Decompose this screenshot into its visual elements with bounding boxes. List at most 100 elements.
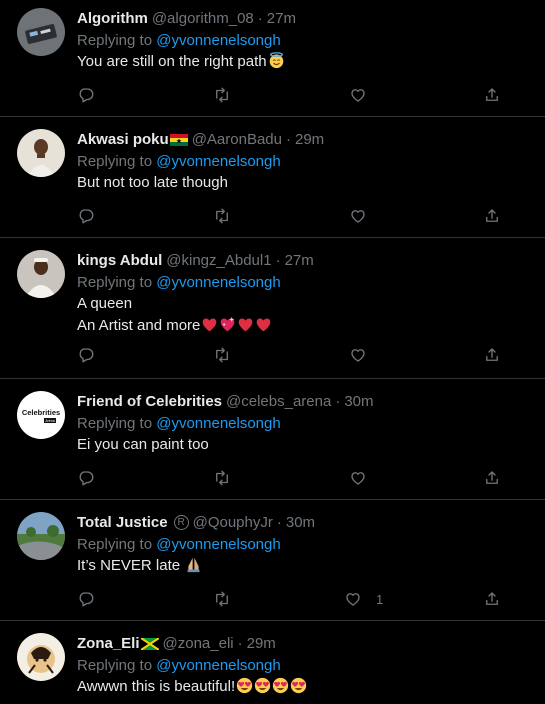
tweet-text: Ei you can paint too — [77, 434, 533, 456]
share-icon — [486, 348, 498, 361]
avatar[interactable] — [17, 633, 65, 681]
like-button[interactable]: 1 — [344, 589, 383, 609]
tweet[interactable]: Akwasi poku @AaronBadu · 29m Replying to… — [0, 117, 545, 238]
separator-dot: · — [286, 131, 291, 148]
mention-link[interactable]: @yvonnenelsongh — [156, 657, 280, 674]
tweet-line: A queen — [77, 295, 133, 312]
username[interactable]: @kingz_Abdul1 — [166, 250, 271, 271]
replying-to: Replying to @yvonnenelsongh — [77, 30, 533, 51]
share-button[interactable] — [483, 85, 501, 105]
tweet-line: Awwwn this is beautiful! — [77, 678, 236, 695]
replying-to: Replying to @yvonnenelsongh — [77, 151, 533, 172]
tweet[interactable]: Zona_Eli @zona_eli · 29m Replying to @yv… — [0, 621, 545, 704]
reply-button[interactable] — [77, 345, 95, 365]
tweet-line: You are still on the right path — [77, 53, 267, 70]
separator-dot: · — [237, 635, 243, 652]
like-icon — [351, 349, 365, 362]
retweet-icon — [216, 87, 228, 103]
ghana-flag-icon — [169, 133, 188, 146]
tweet-actions — [77, 206, 507, 226]
avatar[interactable]: Celebrities Arena — [17, 391, 65, 439]
separator-dot: · — [257, 10, 263, 27]
like-button[interactable] — [349, 345, 367, 365]
username[interactable]: @algorithm_08 — [152, 8, 254, 29]
share-button[interactable] — [483, 468, 501, 488]
like-icon — [351, 472, 365, 485]
mention-link[interactable]: @yvonnenelsongh — [156, 153, 280, 170]
smiling-face-with-halo-emoji — [269, 52, 283, 69]
display-name[interactable]: Total Justice — [77, 512, 168, 533]
replying-to-label: Replying to — [77, 657, 153, 674]
retweet-button[interactable] — [213, 85, 231, 105]
share-button[interactable] — [483, 589, 501, 609]
display-name[interactable]: Friend of Celebrities — [77, 391, 222, 412]
retweet-button[interactable] — [213, 589, 231, 609]
retweet-button[interactable] — [213, 468, 231, 488]
timestamp[interactable]: 30m — [344, 391, 373, 412]
timestamp[interactable]: 29m — [247, 633, 276, 654]
svg-text:Arena: Arena — [45, 419, 54, 423]
display-name[interactable]: Zona_Eli — [77, 633, 140, 654]
tweet-text: It’s NEVER late — [77, 555, 533, 577]
reply-icon — [79, 88, 94, 103]
tweet-text: Awwwn this is beautiful! — [77, 676, 533, 698]
reply-button[interactable] — [77, 206, 95, 226]
username[interactable]: @QouphyJr — [193, 512, 273, 533]
tweet[interactable]: kings Abdul @kingz_Abdul1 · 27m Replying… — [0, 238, 545, 379]
timestamp[interactable]: 30m — [286, 512, 315, 533]
jamaica-flag-icon — [140, 637, 159, 650]
display-name[interactable]: kings Abdul — [77, 250, 162, 271]
timestamp[interactable]: 29m — [295, 129, 324, 150]
avatar[interactable] — [17, 512, 65, 560]
tweet[interactable]: Algorithm @algorithm_08 · 27m Replying t… — [0, 0, 545, 117]
display-name[interactable]: Akwasi poku — [77, 129, 169, 150]
mention-link[interactable]: @yvonnenelsongh — [156, 415, 280, 432]
heart-eyes-emoji — [290, 677, 307, 694]
username[interactable]: @AaronBadu — [192, 129, 282, 150]
timestamp[interactable]: 27m — [267, 8, 296, 29]
tweet-actions — [77, 345, 507, 365]
display-name[interactable]: Algorithm — [77, 8, 148, 29]
sparkling-heart-emoji — [221, 316, 235, 332]
username[interactable]: @zona_eli — [163, 633, 234, 654]
reply-icon — [79, 592, 94, 607]
tweet-line: It’s NEVER late — [77, 557, 181, 574]
tweet-header: kings Abdul @kingz_Abdul1 · 27m — [77, 250, 533, 271]
share-button[interactable] — [483, 345, 501, 365]
mention-link[interactable]: @yvonnenelsongh — [156, 32, 280, 49]
red-heart-emoji — [257, 318, 271, 332]
share-icon — [486, 88, 498, 101]
tweet-header: Akwasi poku @AaronBadu · 29m — [77, 129, 533, 150]
username[interactable]: @celebs_arena — [226, 391, 331, 412]
tweet-line: But not too late though — [77, 174, 228, 191]
tweet-text: A queen An Artist and more — [77, 293, 533, 337]
replying-to-label: Replying to — [77, 153, 153, 170]
retweet-button[interactable] — [213, 206, 231, 226]
tweet-header: Friend of Celebrities @celebs_arena · 30… — [77, 391, 533, 412]
reply-button[interactable] — [77, 589, 95, 609]
replying-to: Replying to @yvonnenelsongh — [77, 413, 533, 434]
like-icon — [351, 210, 365, 223]
mention-link[interactable]: @yvonnenelsongh — [156, 536, 280, 553]
retweet-button[interactable] — [213, 345, 231, 365]
like-button[interactable] — [349, 85, 367, 105]
heart-eyes-emoji — [272, 677, 289, 694]
tweet[interactable]: Total Justice R @QouphyJr · 30m Replying… — [0, 500, 545, 621]
timestamp[interactable]: 27m — [285, 250, 314, 271]
tweet[interactable]: Celebrities Arena Friend of Celebrities @… — [0, 379, 545, 500]
separator-dot: · — [276, 514, 282, 531]
reply-button[interactable] — [77, 85, 95, 105]
reply-button[interactable] — [77, 468, 95, 488]
mention-link[interactable]: @yvonnenelsongh — [156, 274, 280, 291]
replying-to-label: Replying to — [77, 32, 153, 49]
red-heart-emoji — [203, 318, 217, 332]
like-button[interactable] — [349, 206, 367, 226]
like-button[interactable] — [349, 468, 367, 488]
avatar[interactable] — [17, 8, 65, 56]
avatar[interactable] — [17, 250, 65, 298]
avatar[interactable] — [17, 129, 65, 177]
retweet-icon — [216, 347, 228, 363]
registered-icon: R — [173, 515, 189, 530]
tweet-line: Ei you can paint too — [77, 436, 209, 453]
share-button[interactable] — [483, 206, 501, 226]
